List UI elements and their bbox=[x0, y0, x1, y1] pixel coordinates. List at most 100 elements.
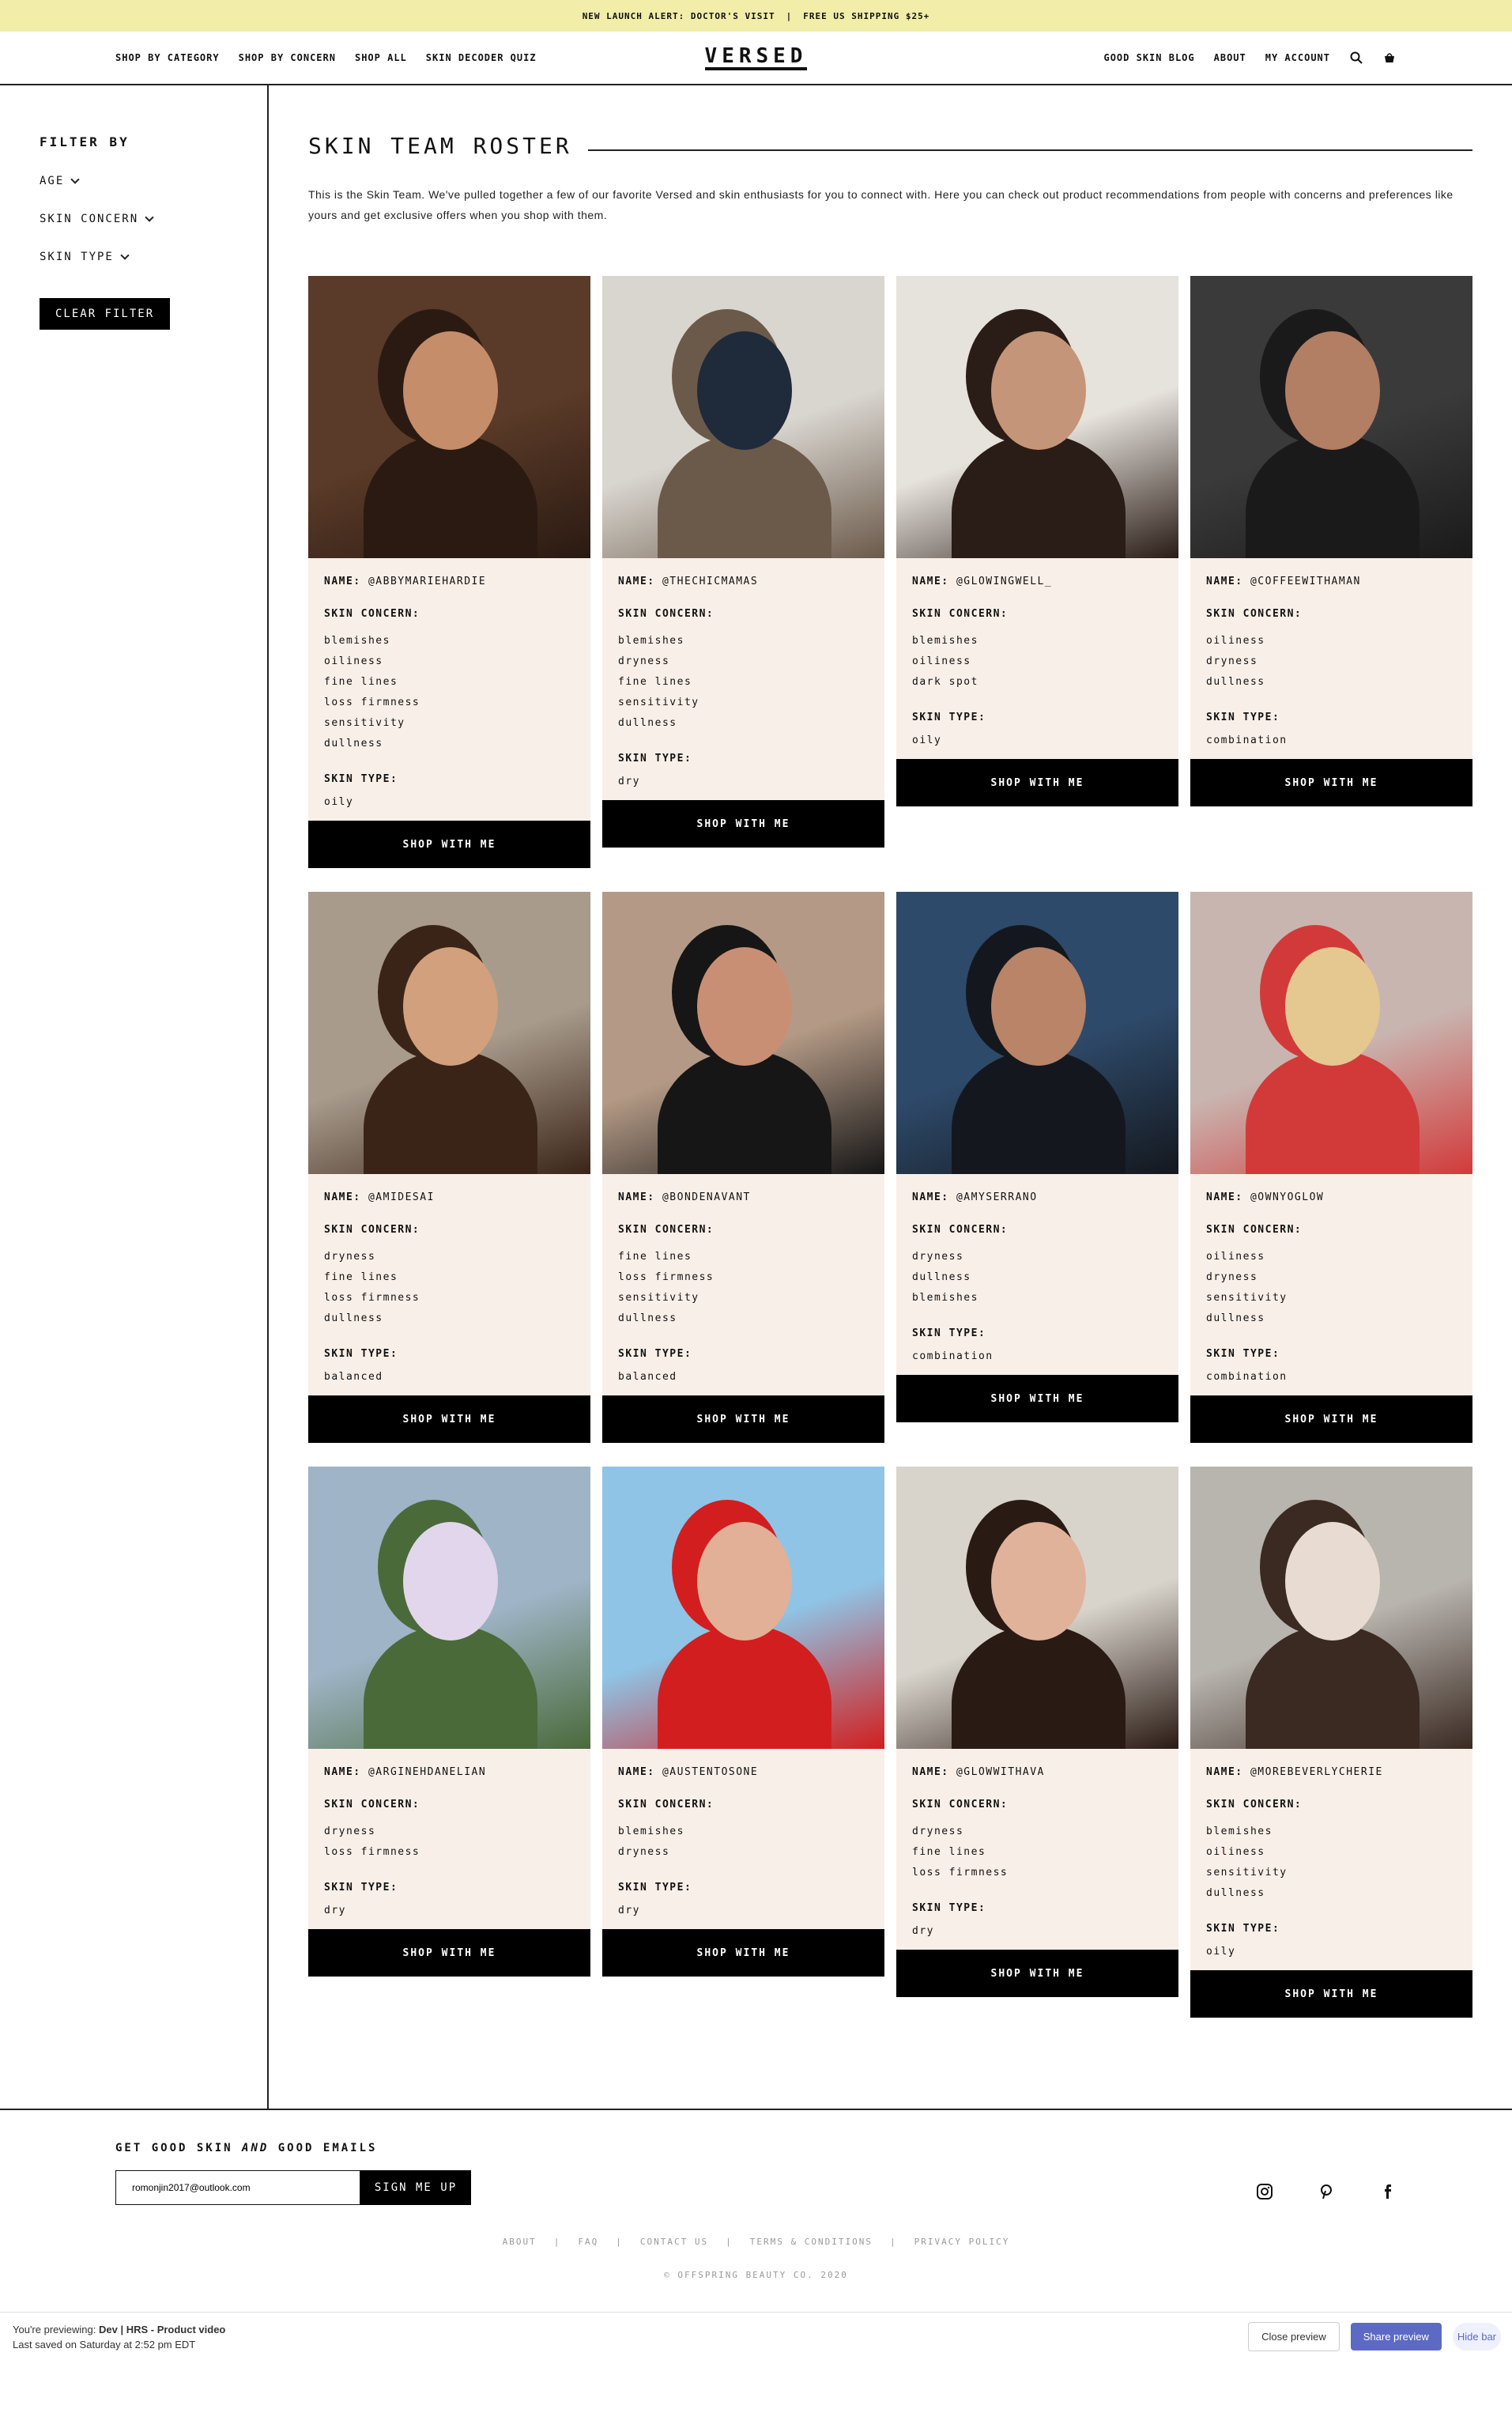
nav-shop-by-concern[interactable]: SHOP BY CONCERN bbox=[239, 52, 336, 63]
member-name-row: NAME: @GLOWINGWELL_ bbox=[912, 576, 1163, 587]
page-layout: FILTER BY AGE SKIN CONCERN SKIN TYPE CLE… bbox=[0, 85, 1512, 2110]
member-photo[interactable] bbox=[308, 1467, 590, 1749]
member-photo[interactable] bbox=[1190, 892, 1472, 1174]
concern-tag: dullness bbox=[324, 1312, 383, 1324]
member-photo[interactable] bbox=[602, 892, 884, 1174]
clear-filter-button[interactable]: CLEAR FILTER bbox=[40, 298, 171, 330]
site-header: SHOP BY CATEGORY SHOP BY CONCERN SHOP AL… bbox=[0, 32, 1512, 85]
shop-with-me-button[interactable]: SHOP WITH ME bbox=[308, 821, 590, 868]
skin-type-label: SKIN TYPE: bbox=[618, 1348, 692, 1360]
member-handle[interactable]: @THECHICMAMAS bbox=[662, 576, 758, 587]
member-handle[interactable]: @GLOWWITHAVA bbox=[956, 1766, 1045, 1778]
member-name-row: NAME: @AMIDESAI bbox=[324, 1191, 575, 1203]
shop-with-me-button[interactable]: SHOP WITH ME bbox=[602, 800, 884, 848]
roster-card: NAME: @COFFEEWITHAMAN SKIN CONCERN: oili… bbox=[1190, 276, 1472, 806]
shop-with-me-button[interactable]: SHOP WITH ME bbox=[1190, 759, 1472, 806]
nav-good-skin-blog[interactable]: GOOD SKIN BLOG bbox=[1103, 52, 1194, 63]
member-photo[interactable] bbox=[308, 276, 590, 558]
skin-type-label: SKIN TYPE: bbox=[1206, 712, 1280, 723]
shop-with-me-button[interactable]: SHOP WITH ME bbox=[1190, 1395, 1472, 1443]
shop-with-me-button[interactable]: SHOP WITH ME bbox=[896, 759, 1178, 806]
filter-skin-concern[interactable]: SKIN CONCERN bbox=[40, 212, 267, 225]
skin-concern-label: SKIN CONCERN: bbox=[324, 608, 420, 620]
announcement-text-shipping[interactable]: FREE US SHIPPING $25+ bbox=[803, 11, 929, 21]
member-handle[interactable]: @BONDENAVANT bbox=[662, 1191, 751, 1203]
skin-concern-label: SKIN CONCERN: bbox=[912, 1224, 1009, 1236]
member-photo[interactable] bbox=[1190, 1467, 1472, 1749]
shop-with-me-button[interactable]: SHOP WITH ME bbox=[896, 1375, 1178, 1422]
shop-with-me-button[interactable]: SHOP WITH ME bbox=[308, 1929, 590, 1977]
concern-tag: sensitivity bbox=[1206, 1867, 1288, 1878]
member-photo[interactable] bbox=[896, 276, 1178, 558]
hide-bar-button[interactable]: Hide bar bbox=[1452, 2323, 1501, 2350]
announcement-text-launch[interactable]: NEW LAUNCH ALERT: DOCTOR'S VISIT bbox=[583, 11, 775, 21]
member-photo[interactable] bbox=[896, 1467, 1178, 1749]
share-preview-button[interactable]: Share preview bbox=[1350, 2323, 1442, 2350]
member-name-row: NAME: @COFFEEWITHAMAN bbox=[1206, 576, 1457, 587]
member-handle[interactable]: @AMYSERRANO bbox=[956, 1191, 1038, 1203]
footer-link-privacy[interactable]: PRIVACY POLICY bbox=[914, 2237, 1010, 2247]
member-handle[interactable]: @OWNYOGLOW bbox=[1250, 1191, 1324, 1203]
nav-shop-all[interactable]: SHOP ALL bbox=[355, 52, 407, 63]
roster-card: NAME: @AUSTENTOSONE SKIN CONCERN: blemis… bbox=[602, 1467, 884, 1977]
roster-card: NAME: @AMIDESAI SKIN CONCERN: dryness fin… bbox=[308, 892, 590, 1443]
member-photo[interactable] bbox=[896, 892, 1178, 1174]
nav-about[interactable]: ABOUT bbox=[1214, 52, 1246, 63]
member-photo[interactable] bbox=[1190, 276, 1472, 558]
nav-my-account[interactable]: MY ACCOUNT bbox=[1265, 52, 1330, 63]
skin-concern-label: SKIN CONCERN: bbox=[324, 1224, 420, 1236]
close-preview-button[interactable]: Close preview bbox=[1248, 2322, 1340, 2351]
shop-with-me-button[interactable]: SHOP WITH ME bbox=[602, 1929, 884, 1977]
member-photo[interactable] bbox=[602, 276, 884, 558]
skin-type-label: SKIN TYPE: bbox=[324, 773, 398, 785]
shop-with-me-button[interactable]: SHOP WITH ME bbox=[602, 1395, 884, 1443]
footer-link-faq[interactable]: FAQ bbox=[578, 2237, 598, 2247]
shop-with-me-button[interactable]: SHOP WITH ME bbox=[308, 1395, 590, 1443]
footer-link-contact[interactable]: CONTACT US bbox=[640, 2237, 708, 2247]
concern-tag: dryness bbox=[1206, 1271, 1258, 1283]
facebook-icon[interactable] bbox=[1379, 2183, 1397, 2205]
footer-link-about[interactable]: ABOUT bbox=[503, 2237, 537, 2247]
instagram-icon[interactable] bbox=[1256, 2183, 1273, 2205]
newsletter-title: GET GOOD SKIN AND GOOD EMAILS bbox=[115, 2142, 1397, 2154]
member-photo[interactable] bbox=[308, 892, 590, 1174]
member-handle[interactable]: @AUSTENTOSONE bbox=[662, 1766, 758, 1778]
site-logo[interactable]: VERSED bbox=[704, 45, 808, 70]
filter-skin-type[interactable]: SKIN TYPE bbox=[40, 250, 267, 263]
filter-age[interactable]: AGE bbox=[40, 174, 267, 187]
pinterest-icon[interactable] bbox=[1318, 2183, 1335, 2205]
photo-figure bbox=[658, 1050, 831, 1174]
member-handle[interactable]: @MOREBEVERLYCHERIE bbox=[1250, 1766, 1383, 1778]
member-handle[interactable]: @ABBYMARIEHARDIE bbox=[368, 576, 486, 587]
name-label: NAME: bbox=[1206, 576, 1243, 587]
member-info: NAME: @ABBYMARIEHARDIE SKIN CONCERN: ble… bbox=[308, 558, 590, 821]
member-handle[interactable]: @ARGINEHDANELIAN bbox=[368, 1766, 486, 1778]
shop-with-me-button[interactable]: SHOP WITH ME bbox=[1190, 1970, 1472, 2018]
nav-shop-by-category[interactable]: SHOP BY CATEGORY bbox=[115, 52, 220, 63]
concern-tag: dryness bbox=[912, 1826, 964, 1837]
search-icon[interactable] bbox=[1349, 51, 1363, 65]
skin-type-label: SKIN TYPE: bbox=[618, 753, 692, 765]
nav-skin-decoder-quiz[interactable]: SKIN DECODER QUIZ bbox=[426, 52, 537, 63]
member-handle[interactable]: @AMIDESAI bbox=[368, 1191, 435, 1203]
member-handle[interactable]: @GLOWINGWELL_ bbox=[956, 576, 1052, 587]
skin-type-value: balanced bbox=[324, 1371, 383, 1383]
chevron-down-icon bbox=[70, 174, 80, 184]
concern-tag: sensitivity bbox=[618, 697, 699, 708]
sign-me-up-button[interactable]: SIGN ME UP bbox=[360, 2170, 471, 2205]
shop-with-me-button[interactable]: SHOP WITH ME bbox=[896, 1950, 1178, 1997]
email-field[interactable] bbox=[115, 2170, 360, 2205]
skin-type-value: dry bbox=[912, 1925, 934, 1937]
concern-list: dryness fine lines loss firmness bbox=[912, 1822, 1163, 1883]
member-info: NAME: @OWNYOGLOW SKIN CONCERN: oiliness d… bbox=[1190, 1174, 1472, 1395]
skin-concern-label: SKIN CONCERN: bbox=[912, 1799, 1009, 1811]
member-info: NAME: @GLOWINGWELL_ SKIN CONCERN: blemis… bbox=[896, 558, 1178, 759]
skin-type-label: SKIN TYPE: bbox=[1206, 1923, 1280, 1935]
preview-prefix: You're previewing: bbox=[13, 2323, 96, 2335]
cart-icon[interactable] bbox=[1382, 51, 1397, 65]
name-label: NAME: bbox=[1206, 1191, 1243, 1203]
footer-link-terms[interactable]: TERMS & CONDITIONS bbox=[750, 2237, 873, 2247]
photo-figure bbox=[364, 434, 537, 558]
member-handle[interactable]: @COFFEEWITHAMAN bbox=[1250, 576, 1361, 587]
member-photo[interactable] bbox=[602, 1467, 884, 1749]
